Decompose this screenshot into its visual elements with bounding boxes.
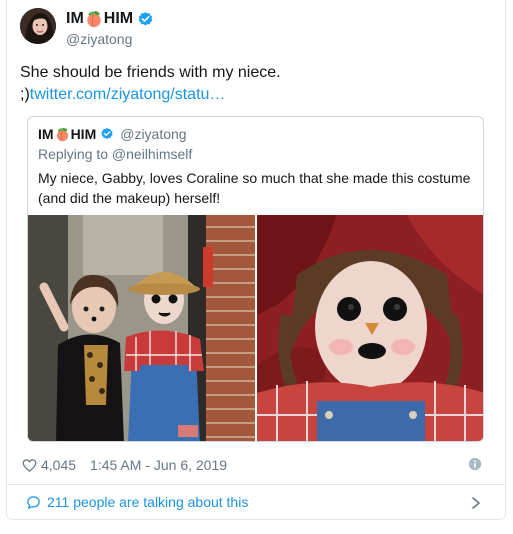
quoted-author[interactable]: IM HIM @ziyatong: [38, 126, 187, 142]
quoted-handle: @ziyatong: [120, 126, 187, 142]
quoted-tweet[interactable]: IM HIM @ziyatong Replying to @neilhimsel…: [27, 116, 484, 442]
avatar[interactable]: [20, 8, 56, 44]
quoted-text: My niece, Gabby, loves Coraline so much …: [38, 170, 471, 206]
author-name[interactable]: IM HIM: [66, 8, 154, 30]
talking-link[interactable]: 211 people are talking about this: [26, 494, 248, 510]
tweet-body: She should be friends with my niece.: [20, 64, 281, 81]
divider: [6, 484, 506, 485]
tweet-meta: 4,045 1:45 AM - Jun 6, 2019: [22, 456, 488, 474]
peach-emoji-icon: [56, 127, 68, 141]
chevron-right-icon[interactable]: [470, 496, 482, 510]
tweet-text: She should be friends with my niece. ;)t…: [20, 62, 490, 106]
quoted-name-prefix: IM: [38, 126, 54, 142]
author-name-suffix: HIM: [103, 10, 134, 27]
brick-wall: [206, 215, 255, 441]
replying-to: Replying to @neilhimself: [38, 146, 193, 162]
photo-girls-costume[interactable]: [28, 215, 255, 442]
tweet-link-line: ;)twitter.com/ziyatong/statu…: [20, 84, 490, 106]
talking-count-text: 211 people are talking about this: [47, 494, 249, 510]
photo-scarecrow-closeup[interactable]: [257, 215, 484, 442]
timestamp[interactable]: 1:45 AM - Jun 6, 2019: [90, 457, 227, 473]
info-icon[interactable]: [468, 457, 482, 471]
tweet-link-prefix: ;): [20, 86, 30, 103]
peach-emoji-icon: [87, 11, 101, 28]
quoted-name-suffix: HIM: [70, 126, 97, 142]
verified-badge-icon: [138, 11, 153, 26]
author-name-prefix: IM: [66, 10, 84, 27]
verified-badge-icon: [101, 127, 113, 139]
like-count[interactable]: 4,045: [41, 457, 76, 473]
heart-icon[interactable]: [22, 458, 37, 473]
speech-bubble-icon: [27, 495, 40, 509]
author-handle[interactable]: @ziyatong: [66, 31, 132, 47]
tweet-link[interactable]: twitter.com/ziyatong/statu…: [30, 86, 226, 103]
quoted-photos: [28, 215, 484, 442]
